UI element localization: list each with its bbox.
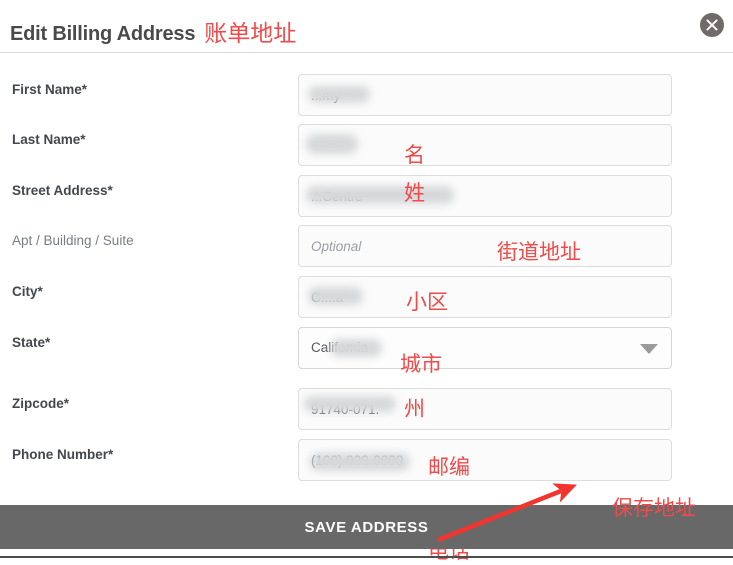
page-title: Edit Billing Address 账单地址	[10, 14, 296, 48]
dialog-title-text: Edit Billing Address	[10, 23, 196, 45]
dialog-header: Edit Billing Address 账单地址	[0, 0, 733, 53]
save-address-label: SAVE ADDRESS	[304, 519, 429, 536]
label-phone-number: Phone Number*	[12, 447, 114, 462]
field-row-zipcode: Zipcode*	[0, 388, 733, 430]
label-zipcode: Zipcode*	[12, 396, 70, 411]
field-row-state: State* California	[0, 327, 733, 373]
required-mark: *	[37, 284, 43, 299]
title-annotation: 账单地址	[204, 21, 297, 47]
close-icon[interactable]	[700, 13, 724, 37]
label-last-name: Last Name*	[12, 132, 86, 147]
field-row-last-name: Last Name*	[0, 124, 733, 166]
required-mark: *	[80, 132, 86, 147]
required-mark: *	[45, 335, 51, 350]
label-city: City*	[12, 284, 43, 299]
required-mark: *	[63, 396, 70, 411]
zipcode-input[interactable]	[298, 388, 672, 430]
state-select[interactable]: California	[298, 327, 672, 369]
city-input[interactable]	[298, 276, 672, 318]
label-first-name: First Name*	[12, 82, 88, 97]
field-row-city: City*	[0, 276, 733, 318]
label-apt-building-suite: Apt / Building / Suite	[12, 233, 134, 248]
street-address-input[interactable]	[298, 175, 672, 217]
required-mark: *	[81, 82, 88, 97]
required-mark: *	[107, 183, 113, 198]
state-select-wrapper: California	[298, 327, 672, 369]
edit-billing-address-dialog: Edit Billing Address 账单地址 First Name* Las…	[0, 0, 733, 563]
phone-number-input[interactable]	[298, 439, 672, 481]
field-row-phone-number: Phone Number*	[0, 439, 733, 481]
required-mark: *	[108, 447, 114, 462]
field-row-first-name: First Name*	[0, 74, 733, 116]
last-name-input[interactable]	[298, 124, 672, 166]
save-address-button[interactable]: SAVE ADDRESS	[0, 505, 733, 549]
label-state: State*	[12, 335, 51, 350]
first-name-input[interactable]	[298, 74, 672, 116]
label-street-address: Street Address*	[12, 183, 113, 198]
close-icon-glyph	[706, 19, 718, 31]
billing-address-form: First Name* Last Name* Street Address* A…	[0, 53, 733, 563]
field-row-street-address: Street Address*	[0, 175, 733, 217]
apt-input[interactable]	[298, 225, 672, 267]
field-row-apt: Apt / Building / Suite	[0, 225, 733, 267]
